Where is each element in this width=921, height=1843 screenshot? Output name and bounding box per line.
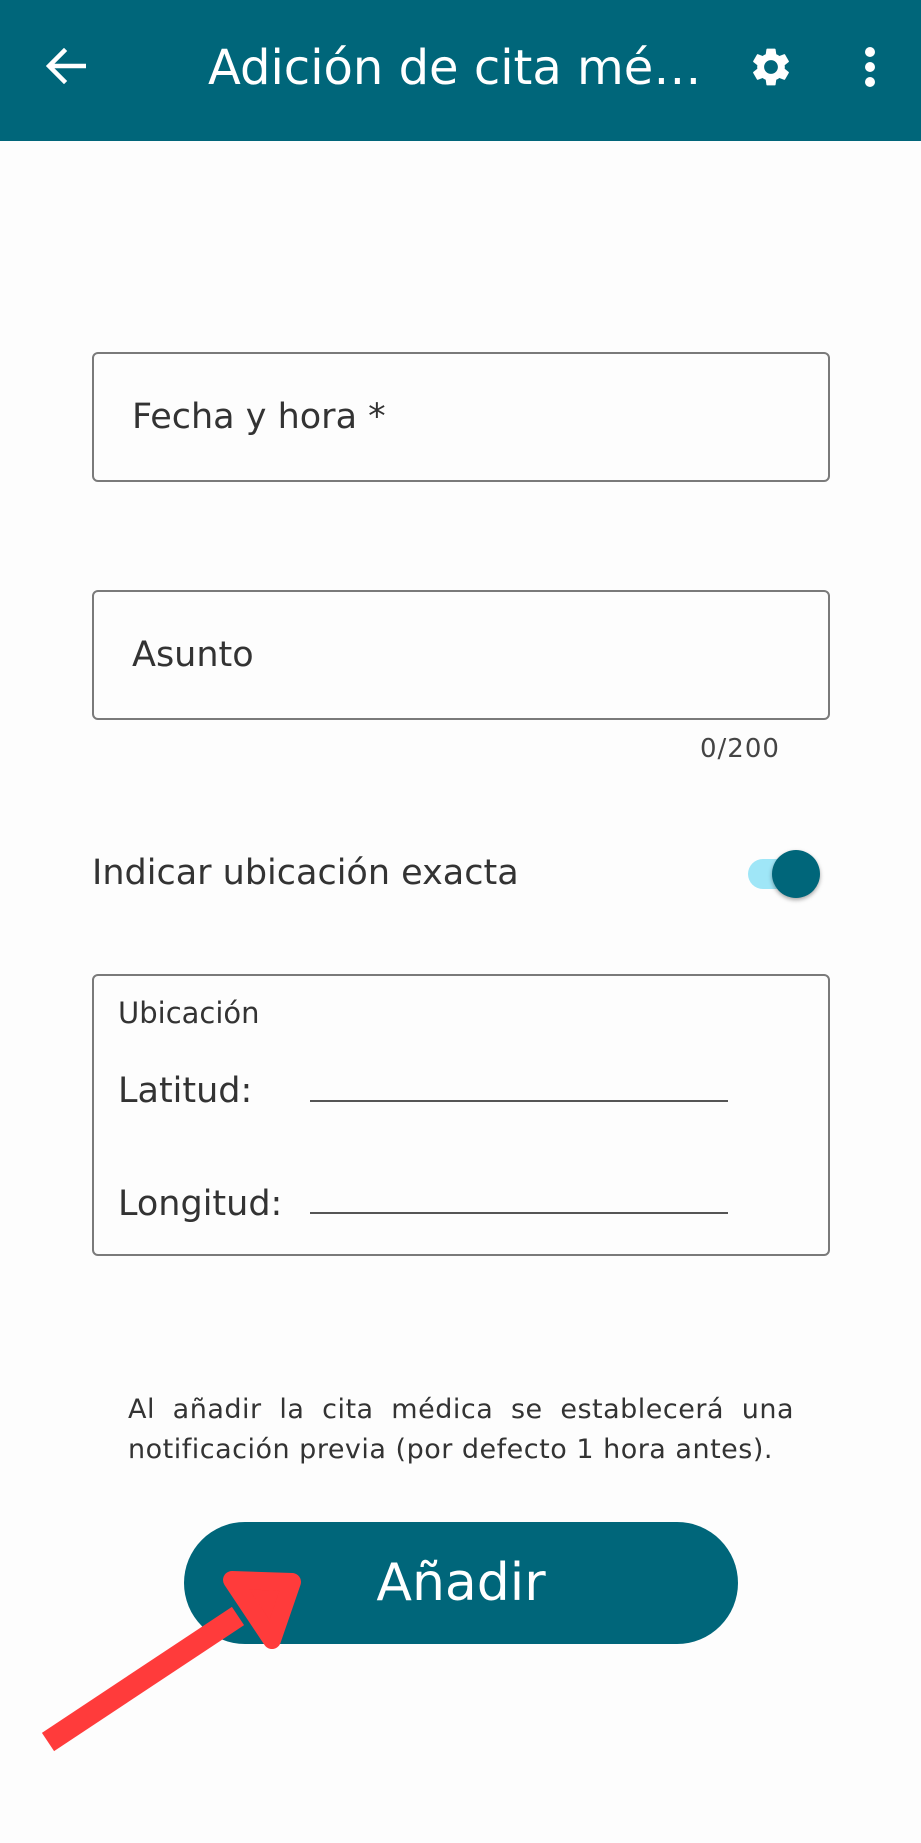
more-options-button[interactable] <box>846 40 894 94</box>
more-vert-icon <box>865 47 875 87</box>
settings-button[interactable] <box>744 40 798 94</box>
latitude-input[interactable] <box>310 1056 728 1102</box>
longitude-input[interactable] <box>310 1168 728 1214</box>
add-button[interactable]: Añadir <box>184 1522 738 1644</box>
exact-location-label: Indicar ubicación exacta <box>92 853 519 893</box>
longitude-label: Longitud: <box>118 1184 283 1224</box>
back-button[interactable] <box>38 38 94 94</box>
date-time-placeholder: Fecha y hora * <box>132 397 386 437</box>
app-bar: Adición de cita médica <box>0 0 921 141</box>
location-legend: Ubicación <box>118 996 260 1030</box>
gear-icon <box>753 48 789 86</box>
location-group: Ubicación Latitud: Longitud: <box>92 974 830 1256</box>
date-time-field[interactable]: Fecha y hora * <box>92 352 830 482</box>
page-title: Adición de cita médica <box>208 40 718 96</box>
subject-placeholder: Asunto <box>132 635 254 675</box>
exact-location-toggle[interactable] <box>744 846 824 900</box>
subject-char-counter: 0/200 <box>700 734 780 764</box>
arrow-left-icon <box>46 48 86 84</box>
subject-field[interactable]: Asunto <box>92 590 830 720</box>
notification-note: Al añadir la cita médica se establecerá … <box>128 1394 794 1465</box>
latitude-label: Latitud: <box>118 1071 253 1111</box>
toggle-thumb <box>772 850 820 898</box>
